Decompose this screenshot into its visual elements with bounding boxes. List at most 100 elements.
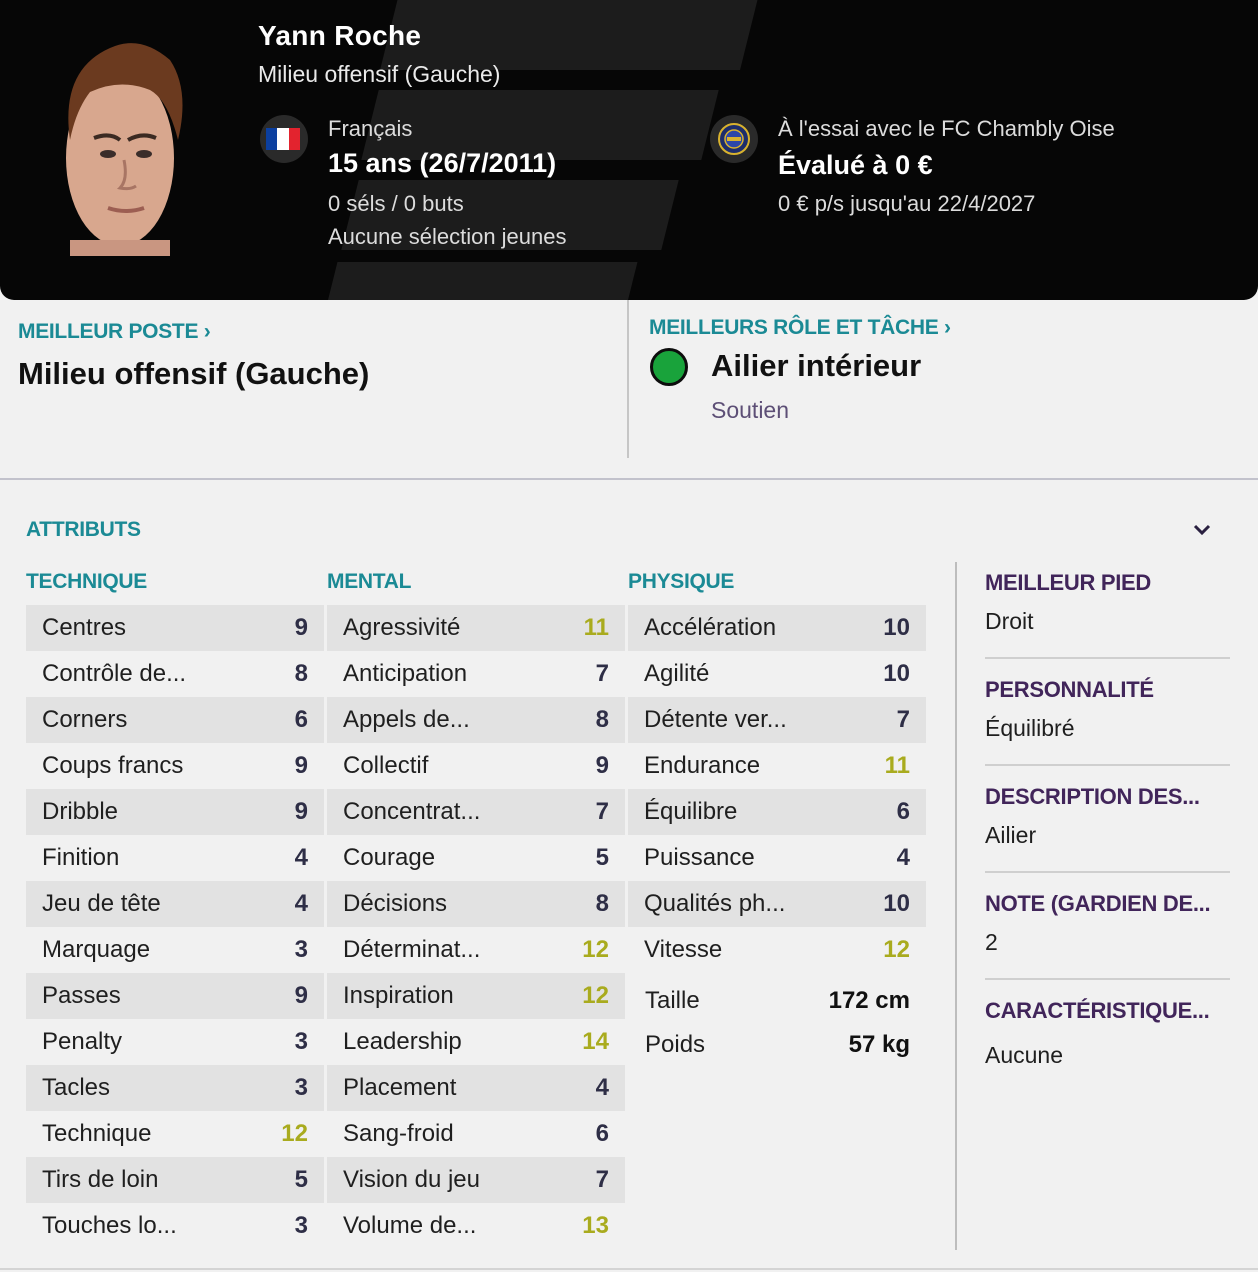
- attribute-label: Tirs de loin: [42, 1166, 159, 1193]
- chevron-down-icon[interactable]: [1190, 518, 1214, 542]
- attribute-label: Tacles: [42, 1074, 111, 1101]
- attribute-row[interactable]: Passes 9: [26, 973, 324, 1019]
- attribute-value: 11: [583, 614, 609, 641]
- attribute-row[interactable]: Collectif 9: [327, 743, 625, 789]
- contract-text: 0 € p/s jusqu'au 22/4/2027: [778, 191, 1036, 216]
- attribute-value: 9: [595, 752, 609, 779]
- attribute-row[interactable]: Anticipation 7: [327, 651, 625, 697]
- technique-list: Centres 9 Contrôle de... 8 Corners 6 Coups fra…: [26, 605, 324, 1249]
- attribute-value: 4: [294, 844, 308, 871]
- attribute-row[interactable]: Équilibre 6: [628, 789, 926, 835]
- weight-row: Poids 57 kg: [645, 1031, 910, 1059]
- attribute-label: Technique: [42, 1120, 152, 1147]
- attribute-value: 3: [294, 1028, 308, 1055]
- attribute-value: 12: [281, 1120, 308, 1147]
- attribute-label: Marquage: [42, 936, 151, 963]
- attribute-row[interactable]: Concentrat... 7: [327, 789, 625, 835]
- attribute-label: Leadership: [343, 1028, 462, 1055]
- attributes-title: ATTRIBUTS: [26, 518, 141, 541]
- attribute-row[interactable]: Vision du jeu 7: [327, 1157, 625, 1203]
- attribute-value: 10: [883, 614, 910, 641]
- mental-list: Agressivité 11 Anticipation 7 Appels de... 8 C…: [327, 605, 625, 1249]
- attribute-value: 11: [884, 752, 910, 779]
- attribute-label: Contrôle de...: [42, 660, 187, 687]
- attribute-value: 6: [896, 798, 910, 825]
- player-header: Yann Roche Milieu offensif (Gauche) Fran…: [0, 0, 1258, 300]
- attribute-label: Agressivité: [343, 614, 461, 641]
- physique-heading: PHYSIQUE: [628, 570, 735, 593]
- attribute-row[interactable]: Tirs de loin 5: [26, 1157, 324, 1203]
- attribute-row[interactable]: Coups francs 9: [26, 743, 324, 789]
- age-text: 15 ans (26/7/2011): [328, 148, 557, 178]
- france-flag-icon: [266, 128, 300, 150]
- attribute-value: 3: [294, 936, 308, 963]
- attribute-label: Courage: [343, 844, 436, 871]
- attribute-row[interactable]: Leadership 14: [327, 1019, 625, 1065]
- attribute-label: Anticipation: [343, 660, 468, 687]
- attribute-row[interactable]: Déterminat... 12: [327, 927, 625, 973]
- attribute-row[interactable]: Touches lo... 3: [26, 1203, 324, 1249]
- attribute-label: Penalty: [42, 1028, 123, 1055]
- attribute-value: 7: [595, 660, 609, 687]
- attribute-row[interactable]: Inspiration 12: [327, 973, 625, 1019]
- attribute-label: Endurance: [644, 752, 761, 779]
- chevron-right-icon: ›: [944, 316, 951, 339]
- section-separator: [0, 478, 1258, 480]
- traits-label: CARACTÉRISTIQUE...: [985, 998, 1210, 1023]
- attribute-value: 3: [294, 1074, 308, 1101]
- attribute-value: 12: [582, 982, 609, 1009]
- attribute-label: Finition: [42, 844, 120, 871]
- attribute-row[interactable]: Endurance 11: [628, 743, 926, 789]
- attribute-row[interactable]: Marquage 3: [26, 927, 324, 973]
- attribute-row[interactable]: Volume de... 13: [327, 1203, 625, 1249]
- attribute-row[interactable]: Dribble 9: [26, 789, 324, 835]
- attribute-row[interactable]: Décisions 8: [327, 881, 625, 927]
- attribute-row[interactable]: Centres 9: [26, 605, 324, 651]
- attribute-row[interactable]: Puissance 4: [628, 835, 926, 881]
- attribute-row[interactable]: Corners 6: [26, 697, 324, 743]
- physique-list: Accélération 10 Agilité 10 Détente ver... 7 En…: [628, 605, 926, 973]
- attribute-row[interactable]: Agressivité 11: [327, 605, 625, 651]
- attribute-row[interactable]: Appels de... 8: [327, 697, 625, 743]
- attribute-row[interactable]: Contrôle de... 8: [26, 651, 324, 697]
- nationality-text[interactable]: Français: [328, 116, 412, 142]
- attribute-label: Vitesse: [644, 936, 723, 963]
- section-divider: [627, 300, 629, 458]
- player-face: [66, 43, 183, 256]
- goalkeeper-rating-value: 2: [985, 929, 998, 955]
- attribute-value: 4: [595, 1074, 609, 1101]
- attribute-row[interactable]: Détente ver... 7: [628, 697, 926, 743]
- attribute-value: 5: [595, 844, 609, 871]
- bottom-separator: [0, 1268, 1258, 1270]
- attribute-value: 8: [595, 706, 609, 733]
- description-value: Ailier: [985, 822, 1037, 848]
- attribute-value: 10: [883, 890, 910, 917]
- caps-goals-text: 0 séls / 0 buts: [328, 191, 464, 216]
- attribute-value: 4: [896, 844, 910, 871]
- mental-heading: MENTAL: [327, 570, 412, 593]
- attribute-row[interactable]: Technique 12: [26, 1111, 324, 1157]
- attribute-row[interactable]: Penalty 3: [26, 1019, 324, 1065]
- club-status-text[interactable]: À l'essai avec le FC Chambly Oise: [778, 116, 1115, 142]
- attribute-row[interactable]: Finition 4: [26, 835, 324, 881]
- side-panel-separator: [985, 871, 1230, 873]
- attribute-row[interactable]: Jeu de tête 4: [26, 881, 324, 927]
- attribute-row[interactable]: Tacles 3: [26, 1065, 324, 1111]
- attribute-row[interactable]: Sang-froid 6: [327, 1111, 625, 1157]
- attribute-row[interactable]: Qualités ph... 10: [628, 881, 926, 927]
- attribute-row[interactable]: Vitesse 12: [628, 927, 926, 973]
- best-role-link[interactable]: MEILLEURS RÔLE ET TÂCHE ›: [649, 316, 951, 340]
- weight-value: 57 kg: [848, 1031, 910, 1058]
- attribute-label: Touches lo...: [42, 1212, 177, 1239]
- attribute-label: Dribble: [42, 798, 119, 825]
- attribute-row[interactable]: Accélération 10: [628, 605, 926, 651]
- header-stripe-decoration: [380, 0, 760, 70]
- attribute-row[interactable]: Agilité 10: [628, 651, 926, 697]
- best-position-link[interactable]: MEILLEUR POSTE ›: [18, 320, 211, 344]
- attribute-label: Coups francs: [42, 752, 184, 779]
- best-position-value: Milieu offensif (Gauche): [18, 356, 370, 391]
- attribute-row[interactable]: Courage 5: [327, 835, 625, 881]
- header-stripe-decoration: [322, 262, 638, 300]
- attribute-label: Déterminat...: [343, 936, 481, 963]
- attribute-row[interactable]: Placement 4: [327, 1065, 625, 1111]
